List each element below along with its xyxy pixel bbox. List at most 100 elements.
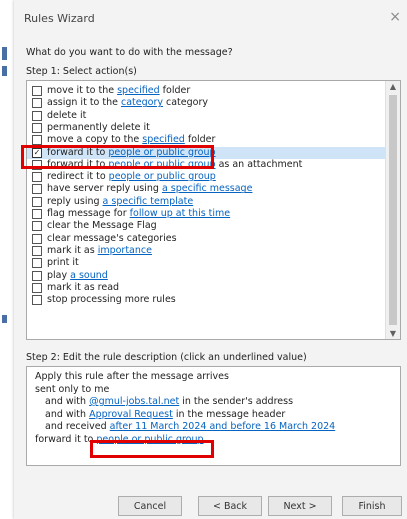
action-row[interactable]: have server reply using a specific messa… <box>27 183 386 195</box>
finish-button[interactable]: Finish <box>342 496 402 516</box>
description-text: in the sender's address <box>179 396 294 407</box>
action-label: have server reply using a specific messa… <box>47 183 252 195</box>
actions-scrollbar[interactable]: ▲ ▼ <box>385 81 400 339</box>
action-row[interactable]: print it <box>27 257 386 269</box>
action-row[interactable]: redirect it to people or public group <box>27 171 386 183</box>
checkbox[interactable] <box>32 159 42 170</box>
action-text: redirect it to <box>47 171 109 183</box>
action-label: redirect it to people or public group <box>47 171 216 183</box>
action-link[interactable]: importance <box>98 245 152 256</box>
action-link[interactable]: a specific message <box>162 183 252 194</box>
action-text: mark it as read <box>47 281 120 293</box>
checkbox[interactable] <box>32 122 42 133</box>
checkbox[interactable] <box>32 135 42 146</box>
action-label: flag message for follow up at this time <box>47 208 230 220</box>
description-line: forward it to people or public group <box>35 434 204 446</box>
action-text: reply using <box>47 195 103 207</box>
action-label: assign it to the category category <box>47 97 208 109</box>
action-link[interactable]: follow up at this time <box>130 208 231 219</box>
description-line: and with @gmul-jobs.tal.net in the sende… <box>45 396 293 408</box>
action-label: permanently delete it <box>47 122 150 134</box>
scroll-up-icon[interactable]: ▲ <box>386 82 400 91</box>
action-text: play <box>47 269 71 281</box>
action-link[interactable]: people or public group <box>108 147 215 158</box>
action-row[interactable]: delete it <box>27 110 386 122</box>
checkbox[interactable] <box>32 209 42 219</box>
action-label: forward it to people or public group as … <box>47 159 302 171</box>
description-text: and with <box>45 408 90 420</box>
action-link[interactable]: people or public group <box>109 171 216 182</box>
checkbox[interactable] <box>32 184 42 195</box>
checkbox[interactable] <box>32 110 42 121</box>
action-row[interactable]: forward it to people or public group as … <box>27 159 386 171</box>
checkbox[interactable] <box>32 172 42 183</box>
actions-list[interactable]: move it to the specified folder assign it… <box>26 80 401 340</box>
dialog-title: Rules Wizard <box>24 12 95 25</box>
description-link[interactable]: people or public group <box>96 434 203 445</box>
description-line: sent only to me <box>35 384 109 396</box>
checkbox[interactable] <box>32 86 42 96</box>
checkbox[interactable] <box>32 98 42 109</box>
close-icon[interactable]: × <box>389 9 401 25</box>
description-link[interactable]: @gmul-jobs.tal.net <box>89 396 179 407</box>
checkbox[interactable] <box>32 295 42 306</box>
checkbox[interactable] <box>32 282 42 293</box>
action-row[interactable]: play a sound <box>27 270 386 282</box>
description-text: in the message header <box>172 408 286 420</box>
checkbox-checked[interactable]: ✓ <box>32 147 42 158</box>
checkbox[interactable] <box>32 245 42 256</box>
action-text: forward it to <box>47 146 109 158</box>
action-link[interactable]: a specific template <box>103 196 194 207</box>
action-row[interactable]: ✓ forward it to people or public group <box>27 146 386 159</box>
action-row[interactable]: clear message's categories <box>27 233 386 245</box>
action-row[interactable]: reply using a specific template <box>27 196 386 208</box>
checkbox[interactable] <box>32 196 42 207</box>
action-text: folder <box>159 85 191 96</box>
back-button[interactable]: < Back <box>198 496 262 516</box>
next-button[interactable]: Next > <box>268 496 332 516</box>
action-text: clear message's categories <box>47 232 177 244</box>
description-text: forward it to <box>35 433 97 445</box>
action-link[interactable]: people or public group <box>108 159 215 170</box>
action-text: move a copy to the <box>47 134 143 146</box>
scroll-down-icon[interactable]: ▼ <box>386 329 400 338</box>
checkbox[interactable] <box>32 233 42 244</box>
action-label: delete it <box>47 110 86 122</box>
action-label: move it to the specified folder <box>47 85 190 97</box>
action-row[interactable]: clear the Message Flag <box>27 220 386 232</box>
action-row[interactable]: mark it as read <box>27 282 386 294</box>
action-row[interactable]: assign it to the category category <box>27 97 386 109</box>
checkbox[interactable] <box>32 270 42 281</box>
background-window-edge <box>2 47 7 60</box>
description-link[interactable]: Approval Request <box>89 409 173 420</box>
action-row[interactable]: stop processing more rules <box>27 294 386 306</box>
checkbox[interactable] <box>32 221 42 232</box>
action-row[interactable]: flag message for follow up at this time <box>27 208 386 220</box>
action-text: mark it as <box>47 244 98 256</box>
cancel-button[interactable]: Cancel <box>118 496 182 516</box>
rules-wizard-dialog: Rules Wizard × What do you want to do wi… <box>14 0 407 519</box>
background-window-edge <box>2 315 7 323</box>
action-text: forward it to <box>47 158 109 170</box>
action-text: permanently delete it <box>47 121 150 133</box>
action-text: as an attachment <box>215 158 303 170</box>
action-row[interactable]: permanently delete it <box>27 122 386 134</box>
scroll-thumb[interactable] <box>389 95 397 325</box>
description-text: Apply this rule after the message arrive… <box>35 371 229 382</box>
description-link[interactable]: after 11 March 2024 and before 16 March … <box>110 421 336 432</box>
step1-label: Step 1: Select action(s) <box>26 66 137 77</box>
checkbox[interactable] <box>32 258 42 269</box>
action-link[interactable]: category <box>121 97 163 108</box>
description-text: sent only to me <box>35 383 110 395</box>
action-row[interactable]: move it to the specified folder <box>27 85 386 97</box>
action-row[interactable]: move a copy to the specified folder <box>27 134 386 146</box>
action-link[interactable]: specified <box>117 85 160 96</box>
action-link[interactable]: a sound <box>70 270 108 281</box>
action-label: reply using a specific template <box>47 196 193 208</box>
action-row[interactable]: mark it as importance <box>27 245 386 257</box>
action-link[interactable]: specified <box>142 134 185 145</box>
description-line: and with Approval Request in the message… <box>45 409 285 421</box>
action-text: assign it to the <box>47 97 121 109</box>
description-text: and with <box>45 396 90 407</box>
description-text: and received <box>45 421 110 432</box>
